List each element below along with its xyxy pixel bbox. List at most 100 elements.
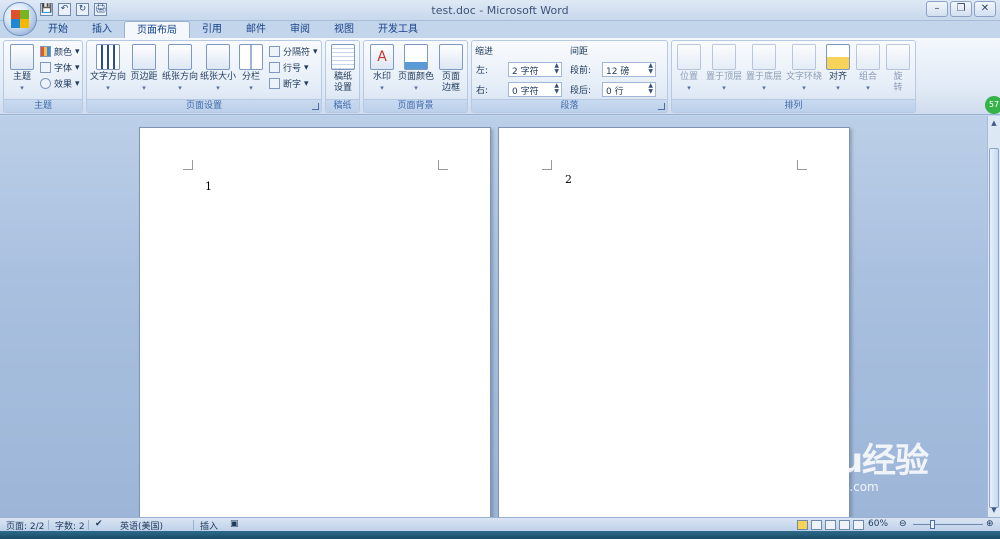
effects-icon bbox=[40, 78, 51, 89]
line-numbers-icon bbox=[269, 62, 280, 73]
breaks-button[interactable]: 分隔符 ▾ bbox=[269, 45, 318, 58]
draft-view-icon[interactable] bbox=[853, 520, 864, 530]
page-1[interactable]: 1 bbox=[139, 127, 491, 519]
spinner-icon[interactable]: ▲ ▼ bbox=[554, 62, 559, 75]
margin-corner-mark bbox=[542, 160, 552, 170]
group-arrange: 位置 ▾ 置于顶层 ▾ 置于底层 ▾ 文字环绕 ▾ 对齐 ▾ 组合 ▾ 旋 转 … bbox=[671, 40, 916, 113]
group-label-page-background: 页面背景 bbox=[364, 99, 467, 112]
columns-button[interactable]: 分栏 ▾ bbox=[239, 44, 263, 94]
zoom-slider[interactable] bbox=[913, 524, 983, 525]
hyphenation-button[interactable]: 断字 ▾ bbox=[269, 77, 309, 90]
indent-right-field: 右: 0 字符 ▲ ▼ bbox=[476, 81, 562, 97]
hyphenation-icon bbox=[269, 78, 280, 89]
spinner-icon[interactable]: ▲ ▼ bbox=[648, 62, 653, 75]
rotate-icon bbox=[886, 44, 910, 70]
group-manuscript: 稿纸 设置 稿纸 bbox=[325, 40, 360, 113]
tab-insert[interactable]: 插入 bbox=[80, 21, 124, 39]
office-logo-icon bbox=[11, 10, 29, 28]
zoom-in-icon[interactable]: ⊕ bbox=[986, 519, 994, 529]
theme-colors-button[interactable]: 颜色 ▾ bbox=[40, 45, 80, 58]
tab-review[interactable]: 审阅 bbox=[278, 21, 322, 39]
zoom-slider-thumb[interactable] bbox=[930, 520, 935, 529]
bring-to-front-button[interactable]: 置于顶层 ▾ bbox=[704, 44, 744, 94]
spacing-before-field: 段前: 12 磅 ▲ ▼ bbox=[570, 61, 656, 77]
rotate-button[interactable]: 旋 转 bbox=[884, 44, 912, 94]
macro-record-icon[interactable]: ▣ bbox=[230, 519, 239, 529]
close-button[interactable]: ✕ bbox=[974, 1, 996, 17]
font-icon bbox=[40, 62, 51, 73]
restore-button[interactable]: ❐ bbox=[950, 1, 972, 17]
scroll-up-icon[interactable]: ▲ bbox=[989, 118, 999, 128]
page-borders-button[interactable]: 页面 边框 bbox=[438, 44, 464, 94]
tab-references[interactable]: 引用 bbox=[190, 21, 234, 39]
send-to-back-button[interactable]: 置于底层 ▾ bbox=[744, 44, 784, 94]
ribbon: 主题 ▾ 颜色 ▾ 字体 ▾ 效果 ▾ 主题 文字方向 ▾ 页边距 ▾ 纸张方向… bbox=[0, 38, 1000, 115]
page-text: 2 bbox=[565, 173, 572, 186]
proofing-icon[interactable]: ✔ bbox=[95, 519, 103, 529]
scroll-thumb[interactable] bbox=[989, 148, 999, 508]
group-label-manuscript: 稿纸 bbox=[326, 99, 359, 112]
tab-developer[interactable]: 开发工具 bbox=[366, 21, 430, 39]
zoom-out-icon[interactable]: ⊖ bbox=[899, 519, 907, 529]
margin-corner-mark bbox=[183, 160, 193, 170]
theme-fonts-button[interactable]: 字体 ▾ bbox=[40, 61, 80, 74]
paper-size-icon bbox=[206, 44, 230, 70]
text-wrap-icon bbox=[792, 44, 816, 70]
dialog-launcher-icon[interactable] bbox=[658, 103, 665, 110]
size-button[interactable]: 纸张大小 ▾ bbox=[199, 44, 237, 94]
group-paragraph: 缩进 左: 2 字符 ▲ ▼ 右: 0 字符 ▲ ▼ 间距 段前: 12 磅 ▲ ▼ 段后:… bbox=[471, 40, 668, 113]
indent-left-field: 左: 2 字符 ▲ ▼ bbox=[476, 61, 562, 77]
palette-icon bbox=[40, 46, 51, 57]
bring-front-icon bbox=[712, 44, 736, 70]
line-numbers-button[interactable]: 行号 ▾ bbox=[269, 61, 309, 74]
tab-view[interactable]: 视图 bbox=[322, 21, 366, 39]
vertical-scrollbar[interactable]: ▲ ▼ bbox=[987, 116, 1000, 517]
baidu-watermark: Baidu经验 jingyan.baidu.com bbox=[758, 441, 929, 494]
spinner-icon[interactable]: ▲ ▼ bbox=[648, 82, 653, 95]
page-color-icon bbox=[404, 44, 428, 70]
tab-home[interactable]: 开始 bbox=[36, 21, 80, 39]
position-icon bbox=[677, 44, 701, 70]
zoom-level[interactable]: 60% bbox=[868, 519, 888, 529]
theme-effects-button[interactable]: 效果 ▾ bbox=[40, 77, 80, 90]
title-bar: 💾 ↶ ↻ 🖨 test.doc - Microsoft Word – ❐ ✕ bbox=[0, 0, 1000, 21]
full-screen-reading-icon[interactable] bbox=[811, 520, 822, 530]
margin-corner-mark bbox=[438, 160, 448, 170]
minimize-button[interactable]: – bbox=[926, 1, 948, 17]
notification-badge[interactable]: 57 bbox=[985, 96, 1000, 114]
text-direction-button[interactable]: 文字方向 ▾ bbox=[89, 44, 127, 94]
tab-page-layout[interactable]: 页面布局 bbox=[124, 21, 190, 39]
page-borders-icon bbox=[439, 44, 463, 70]
themes-button[interactable]: 主题 ▾ bbox=[8, 44, 36, 94]
chevron-down-icon: ▾ bbox=[20, 84, 24, 92]
group-objects-button[interactable]: 组合 ▾ bbox=[854, 44, 882, 94]
window-controls: – ❐ ✕ bbox=[926, 1, 996, 17]
orientation-icon bbox=[168, 44, 192, 70]
orientation-button[interactable]: 纸张方向 ▾ bbox=[161, 44, 199, 94]
manuscript-icon bbox=[331, 44, 355, 70]
office-button[interactable] bbox=[3, 2, 37, 36]
scroll-down-icon[interactable]: ▼ bbox=[989, 505, 999, 515]
dialog-launcher-icon[interactable] bbox=[312, 103, 319, 110]
text-wrapping-button[interactable]: 文字环绕 ▾ bbox=[784, 44, 824, 94]
position-button[interactable]: 位置 ▾ bbox=[674, 44, 704, 94]
align-icon bbox=[826, 44, 850, 70]
group-page-setup: 文字方向 ▾ 页边距 ▾ 纸张方向 ▾ 纸张大小 ▾ 分栏 ▾ 分隔符 ▾ 行号… bbox=[86, 40, 322, 113]
web-layout-icon[interactable] bbox=[825, 520, 836, 530]
align-button[interactable]: 对齐 ▾ bbox=[825, 44, 851, 94]
margin-corner-mark bbox=[797, 160, 807, 170]
indent-heading: 缩进 bbox=[475, 47, 494, 57]
spinner-icon[interactable]: ▲ ▼ bbox=[554, 82, 559, 95]
watermark-button[interactable]: A 水印 ▾ bbox=[368, 44, 396, 94]
outline-view-icon[interactable] bbox=[839, 520, 850, 530]
group-label-page-setup: 页面设置 bbox=[87, 99, 321, 112]
group-label-arrange: 排列 bbox=[672, 99, 915, 112]
text-direction-icon bbox=[96, 44, 120, 70]
status-bar: 页面: 2/2 字数: 2 ✔ 英语(美国) 插入 ▣ 60% ⊖ ⊕ bbox=[0, 517, 1000, 532]
margins-button[interactable]: 页边距 ▾ bbox=[129, 44, 159, 94]
page-color-button[interactable]: 页面颜色 ▾ bbox=[397, 44, 435, 94]
tab-mailings[interactable]: 邮件 bbox=[234, 21, 278, 39]
manuscript-settings-button[interactable]: 稿纸 设置 bbox=[329, 44, 357, 94]
ribbon-tabs: 开始 插入 页面布局 引用 邮件 审阅 视图 开发工具 bbox=[36, 21, 430, 39]
print-layout-view-icon[interactable] bbox=[797, 520, 808, 530]
